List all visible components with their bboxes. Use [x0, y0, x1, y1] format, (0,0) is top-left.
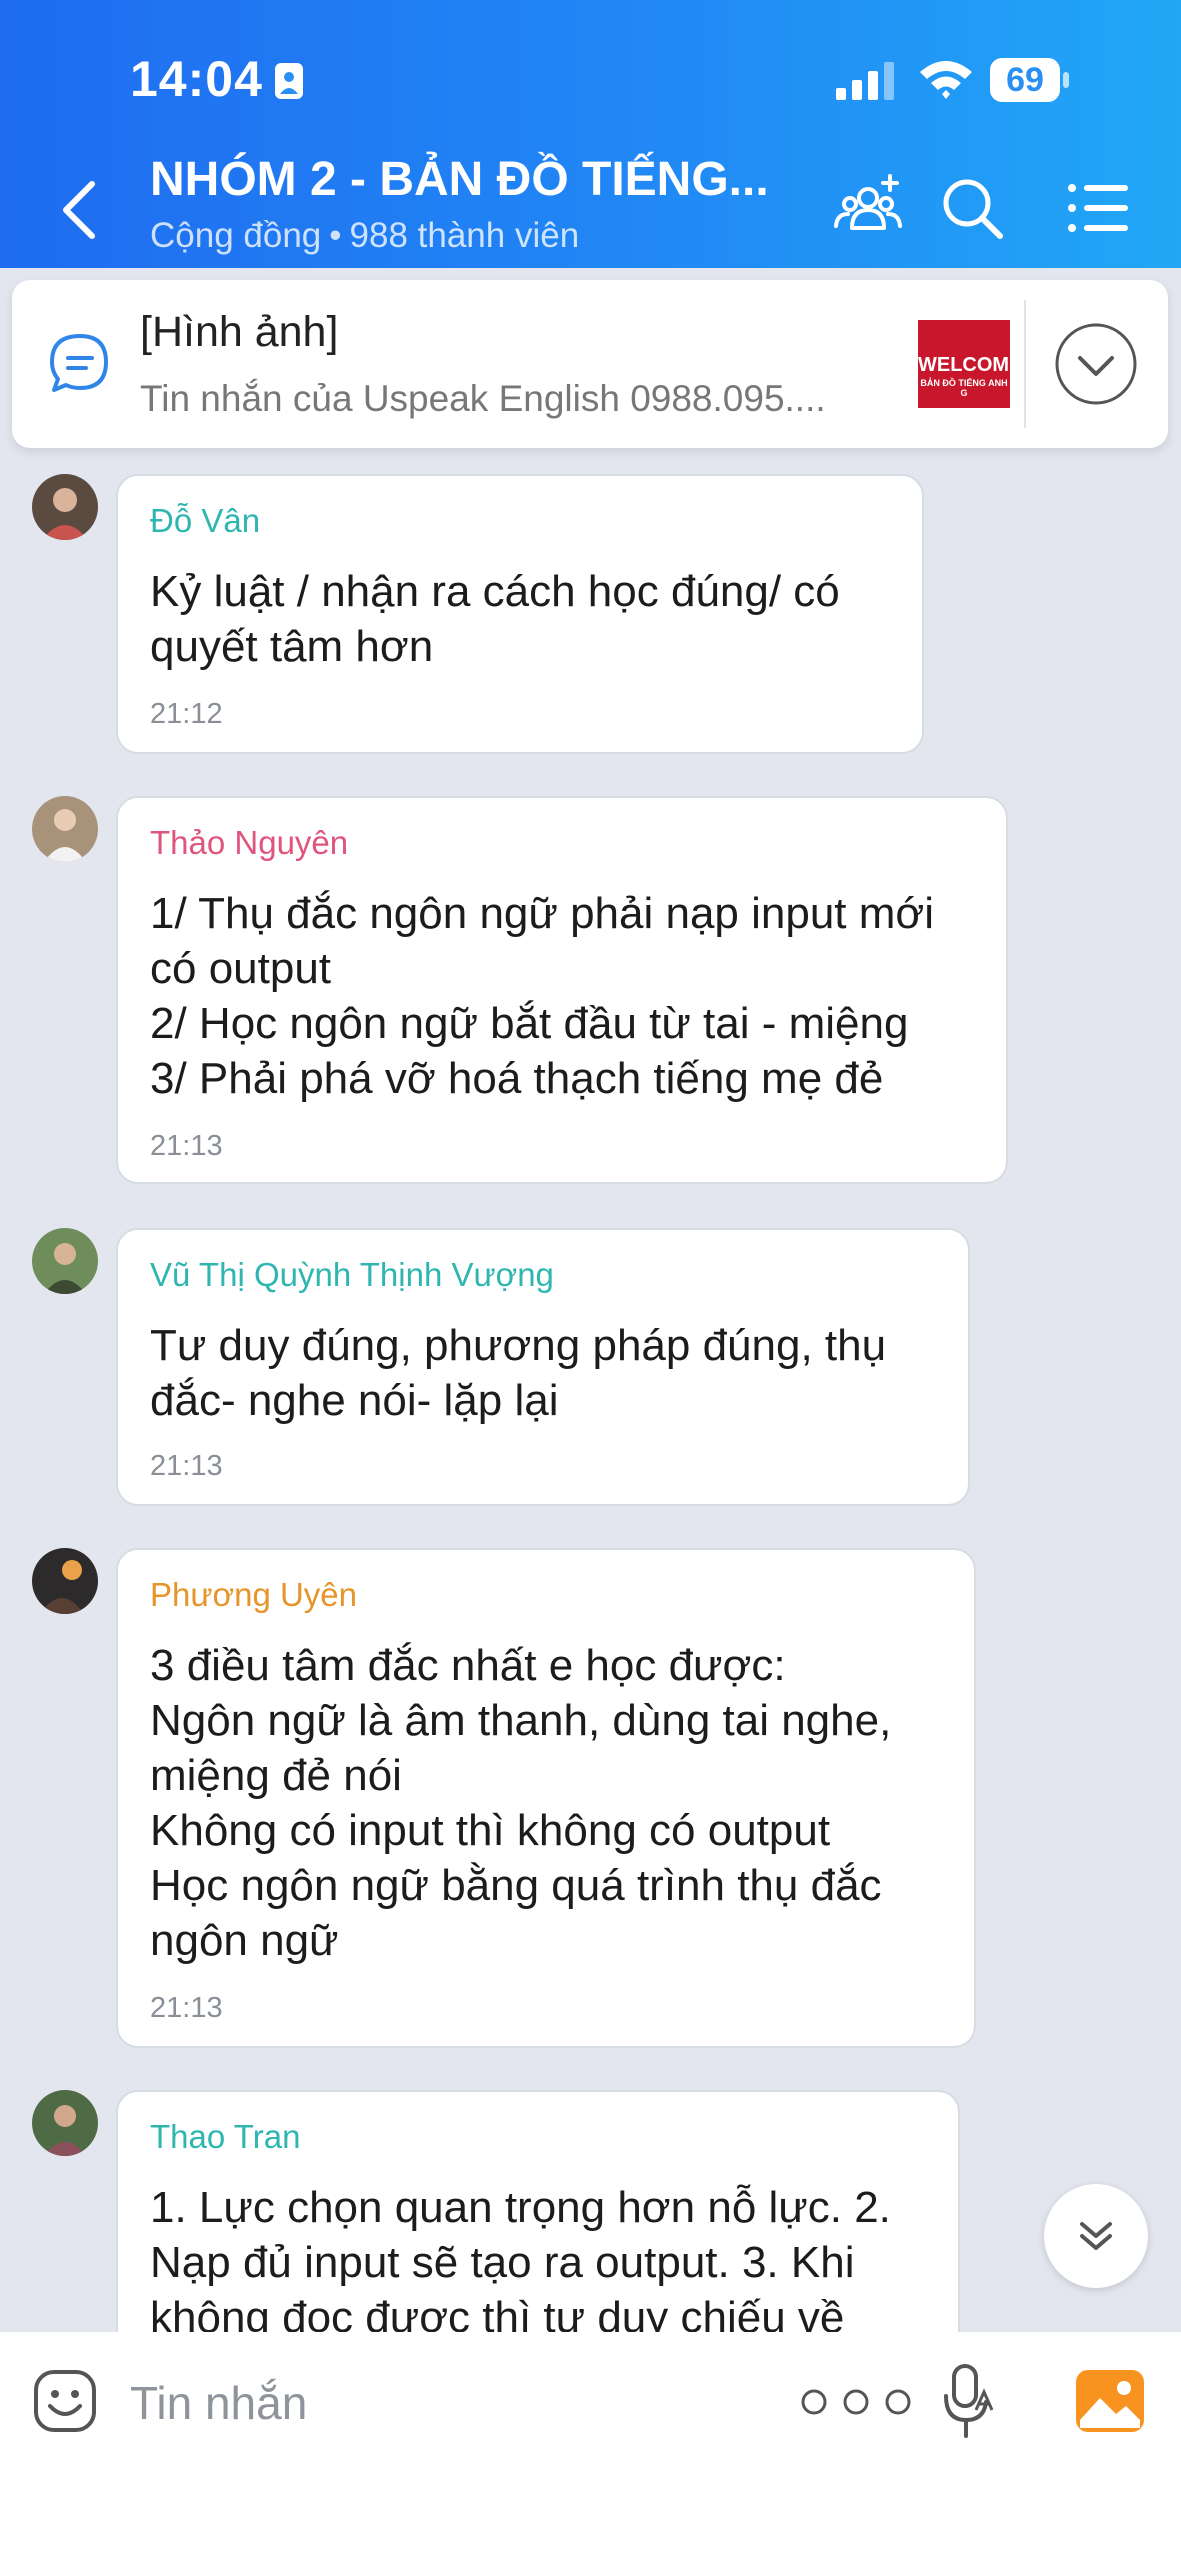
search-icon[interactable] — [936, 172, 1008, 244]
message-time: 21:13 — [150, 1130, 223, 1162]
group-category: Cộng đồng — [150, 216, 322, 255]
message-bubble[interactable]: Phương Uyên 3 điều tâm đắc nhất e học đư… — [116, 1548, 976, 2048]
battery-indicator: 69 — [990, 58, 1070, 102]
pinned-description: Tin nhắn của Uspeak English 0988.095.... — [140, 378, 826, 419]
thumbnail-subtitle: BẢN ĐỒ TIẾNG ANH G — [920, 378, 1008, 398]
cellular-signal-icon — [836, 62, 894, 100]
message-text: 1. Lực chọn quan trọng hơn nỗ lực. 2. Nạ… — [150, 2183, 891, 2342]
divider — [1024, 300, 1026, 428]
avatar[interactable] — [32, 796, 98, 862]
gallery-icon[interactable] — [1074, 2368, 1146, 2434]
chat-bubble-icon — [50, 334, 108, 392]
message-composer — [0, 2332, 1181, 2560]
message-time: 21:13 — [150, 1450, 223, 1482]
avatar[interactable] — [32, 474, 98, 540]
mic-icon[interactable] — [940, 2362, 996, 2442]
message-bubble[interactable]: Thảo Nguyên 1/ Thụ đắc ngôn ngữ phải nạp… — [116, 796, 1008, 1184]
message-text: 3 điều tâm đắc nhất e học được: Ngôn ngữ… — [150, 1641, 892, 1965]
add-member-icon[interactable] — [832, 172, 904, 244]
message-text: Kỷ luật / nhận ra cách học đúng/ có quyế… — [150, 567, 840, 671]
avatar[interactable] — [32, 1228, 98, 1294]
sender-name: Đỗ Vân — [150, 502, 261, 539]
message-time: 21:13 — [150, 1992, 223, 2024]
sender-name: Vũ Thị Quỳnh Thịnh Vượng — [150, 1256, 554, 1293]
message-text: 1/ Thụ đắc ngôn ngữ phải nạp input mới c… — [150, 889, 935, 1103]
more-icon[interactable] — [796, 2384, 916, 2420]
contact-card-icon — [275, 63, 303, 99]
message-input[interactable] — [128, 2360, 752, 2446]
pinned-thumbnail[interactable]: WELCOME BẢN ĐỒ TIẾNG ANH G — [918, 320, 1010, 408]
message-bubble[interactable]: Đỗ Vân Kỷ luật / nhận ra cách học đúng/ … — [116, 474, 924, 754]
sender-name: Thao Tran — [150, 2118, 301, 2155]
wifi-icon — [920, 61, 972, 99]
menu-list-icon[interactable] — [1062, 172, 1134, 244]
pinned-title: [Hình ảnh] — [140, 308, 339, 356]
chat-header: 14:04 69 NHÓM 2 - BẢN ĐỒ TIẾNG... Cộng đ… — [0, 0, 1181, 268]
pinned-message-bar[interactable]: [Hình ảnh] Tin nhắn của Uspeak English 0… — [12, 280, 1168, 448]
message-time: 21:12 — [150, 698, 223, 730]
sender-name: Phương Uyên — [150, 1576, 358, 1613]
group-title[interactable]: NHÓM 2 - BẢN ĐỒ TIẾNG... — [150, 152, 769, 207]
chevron-down-icon[interactable] — [1054, 322, 1138, 406]
scroll-to-bottom-button[interactable] — [1044, 2184, 1148, 2288]
thumbnail-title: WELCOME — [918, 354, 1010, 376]
member-count: 988 thành viên — [349, 216, 580, 255]
battery-level: 69 — [1006, 61, 1044, 99]
message-text: Tư duy đúng, phương pháp đúng, thụ đắc- … — [150, 1321, 887, 1425]
avatar[interactable] — [32, 1548, 98, 1614]
emoji-icon[interactable] — [32, 2368, 98, 2434]
avatar[interactable] — [32, 2090, 98, 2156]
double-chevron-down-icon — [1080, 2222, 1112, 2250]
sender-name: Thảo Nguyên — [150, 824, 349, 861]
group-subtitle: Cộng đồng • 988 thành viên — [150, 216, 580, 255]
message-bubble[interactable]: Vũ Thị Quỳnh Thịnh Vượng Tư duy đúng, ph… — [116, 1228, 970, 1506]
back-icon[interactable] — [56, 178, 104, 242]
status-time: 14:04 — [130, 51, 263, 107]
